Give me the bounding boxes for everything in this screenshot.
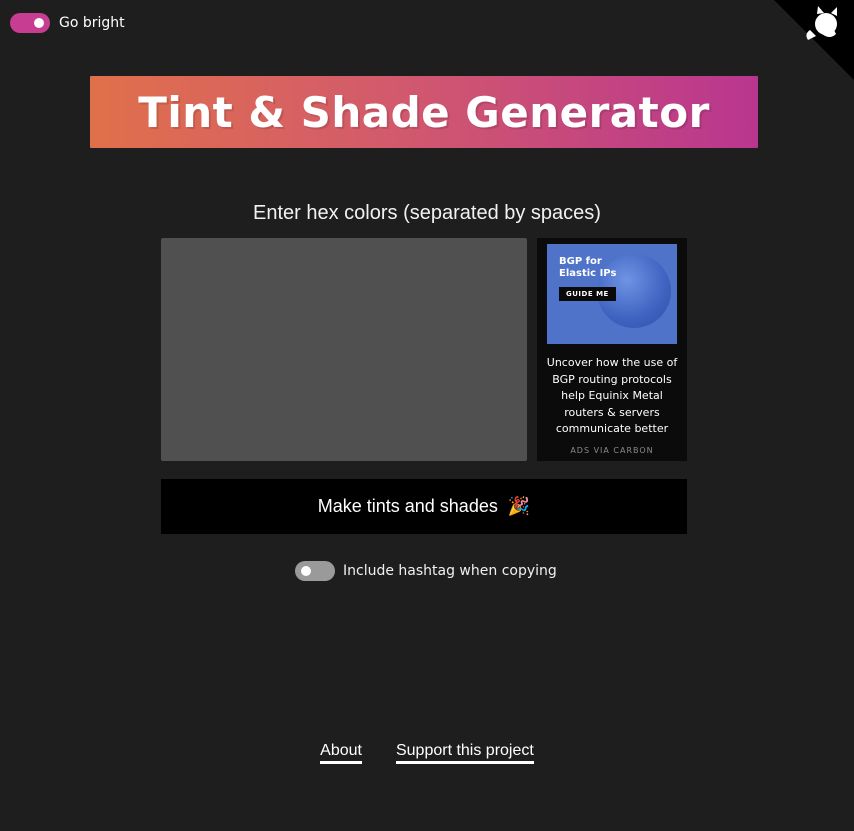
title-banner: Tint & Shade Generator — [90, 76, 758, 148]
switch-knob — [301, 566, 311, 576]
page-title: Tint & Shade Generator — [138, 87, 710, 137]
make-tints-button[interactable]: Make tints and shades 🎉 — [161, 479, 687, 534]
make-tints-label: Make tints and shades — [317, 496, 498, 516]
ad-text[interactable]: Uncover how the use of BGP routing proto… — [545, 355, 679, 438]
ad-cta-label: GUIDE ME — [559, 287, 616, 301]
about-link[interactable]: About — [320, 742, 362, 764]
footer-links: About Support this project — [0, 742, 854, 764]
hashtag-toggle[interactable]: Include hashtag when copying — [295, 561, 557, 581]
theme-switch[interactable] — [10, 13, 50, 33]
hex-colors-input[interactable] — [161, 238, 527, 461]
party-popper-icon: 🎉 — [507, 496, 531, 516]
ad-image-headline: BGP for Elastic IPs — [559, 256, 617, 279]
hashtag-toggle-label: Include hashtag when copying — [343, 563, 557, 579]
github-corner-link[interactable] — [774, 0, 854, 80]
support-project-link[interactable]: Support this project — [395, 742, 534, 764]
theme-toggle-label: Go bright — [59, 15, 125, 31]
input-prompt: Enter hex colors (separated by spaces) — [253, 202, 601, 224]
hashtag-switch[interactable] — [295, 561, 335, 581]
carbon-ad[interactable]: BGP for Elastic IPs GUIDE ME Uncover how… — [537, 238, 687, 461]
ad-image[interactable]: BGP for Elastic IPs GUIDE ME — [547, 244, 677, 344]
github-octocat-icon — [774, 0, 854, 80]
switch-knob — [34, 18, 44, 28]
ad-via-carbon[interactable]: ADS VIA CARBON — [537, 446, 687, 455]
theme-toggle[interactable]: Go bright — [10, 13, 125, 33]
